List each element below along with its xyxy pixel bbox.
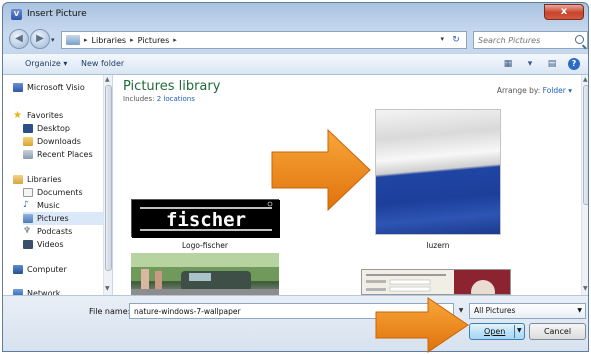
annotation-arrow-icon bbox=[271, 128, 371, 212]
podcasts-icon: ♆ bbox=[23, 226, 32, 236]
visio-icon bbox=[13, 83, 23, 92]
address-dropdown-icon[interactable]: ▾ bbox=[440, 35, 444, 43]
file-name-label: File name: bbox=[89, 307, 131, 316]
nav-item-label: Desktop bbox=[37, 124, 70, 133]
search-icon[interactable] bbox=[575, 35, 584, 44]
locations-link[interactable]: 2 locations bbox=[157, 95, 195, 103]
nav-item-label: Videos bbox=[37, 240, 64, 249]
navigation-pane: Microsoft Visio ★ Favorites Desktop Down… bbox=[3, 75, 113, 298]
breadcrumb-pictures[interactable]: Pictures bbox=[138, 36, 170, 45]
open-button-label: Open bbox=[484, 327, 506, 336]
library-title: Pictures library bbox=[123, 79, 221, 94]
nav-item-label: Podcasts bbox=[37, 227, 73, 236]
file-thumbnail-car-photo[interactable] bbox=[131, 253, 279, 295]
back-button[interactable]: ◀ bbox=[9, 29, 29, 49]
arrange-by-label: Arrange by: bbox=[496, 86, 541, 95]
includes-label: Includes: bbox=[123, 95, 155, 103]
nav-item-pictures[interactable]: Pictures bbox=[23, 212, 103, 225]
file-thumbnail-logo-fischer[interactable]: fischer bbox=[131, 199, 280, 238]
file-caption-luzern[interactable]: luzern bbox=[375, 241, 501, 250]
preview-pane-icon[interactable]: ▤ bbox=[546, 58, 558, 70]
filter-dropdown-icon: ▼ bbox=[577, 307, 582, 314]
organize-button[interactable]: Organize ▾ bbox=[25, 59, 67, 68]
nav-item-label: Documents bbox=[37, 188, 83, 197]
file-type-filter-value: All Pictures bbox=[474, 306, 516, 315]
new-folder-button[interactable]: New folder bbox=[81, 59, 124, 68]
close-button[interactable]: x bbox=[544, 4, 584, 20]
search-input[interactable] bbox=[478, 32, 573, 48]
nav-item-label: Recent Places bbox=[37, 150, 93, 159]
nav-item-label: Computer bbox=[27, 265, 67, 274]
libraries-icon bbox=[13, 175, 23, 184]
nav-item-label: Libraries bbox=[27, 175, 62, 184]
library-includes: Includes: 2 locations bbox=[123, 95, 195, 103]
cancel-button[interactable]: Cancel bbox=[529, 323, 586, 340]
visio-app-icon: V bbox=[11, 9, 22, 20]
nav-item-label: Pictures bbox=[37, 214, 69, 223]
address-bar[interactable]: ▸ Libraries ▸ Pictures ▸ ▾ ↻ bbox=[61, 31, 467, 49]
change-view-icon[interactable]: ▦ bbox=[502, 58, 514, 70]
star-icon: ★ bbox=[13, 110, 22, 121]
nav-item-computer[interactable]: Computer bbox=[13, 263, 113, 276]
annotation-arrow-icon bbox=[375, 297, 469, 353]
recent-pages-dropdown-icon[interactable]: ▾ bbox=[51, 36, 55, 44]
nav-item-label: Favorites bbox=[27, 111, 64, 120]
nav-item-microsoft-visio[interactable]: Microsoft Visio bbox=[13, 81, 113, 94]
window-title: Insert Picture bbox=[27, 9, 87, 19]
recent-places-icon bbox=[23, 150, 33, 159]
music-icon: ♪ bbox=[23, 200, 29, 210]
nav-item-label: Downloads bbox=[37, 137, 81, 146]
command-bar: Organize ▾ New folder ▦ ▾ ▤ ? bbox=[3, 53, 588, 75]
document-screenshot-image bbox=[362, 270, 510, 294]
open-button-divider bbox=[514, 325, 515, 338]
file-thumbnail-luzern[interactable] bbox=[375, 109, 501, 235]
navigation-scroll-thumb[interactable] bbox=[105, 85, 112, 271]
fischer-logo-image: fischer bbox=[132, 200, 280, 238]
breadcrumb-libraries[interactable]: Libraries bbox=[92, 36, 127, 45]
file-list-scrollbar[interactable]: ▲ ▼ bbox=[581, 75, 588, 295]
navigation-scrollbar[interactable]: ▲ ▼ bbox=[103, 75, 112, 295]
breadcrumb-separator-icon[interactable]: ▸ bbox=[173, 36, 177, 44]
nav-item-label: Microsoft Visio bbox=[27, 83, 85, 92]
view-controls: ▦ ▾ ▤ ? bbox=[502, 58, 580, 70]
file-thumbnail-document[interactable] bbox=[361, 269, 511, 295]
title-bar[interactable]: V Insert Picture x bbox=[3, 3, 588, 25]
file-name-area: File name: ▼ All Pictures ▼ Open ▼ Cance… bbox=[3, 295, 588, 351]
help-icon[interactable]: ? bbox=[568, 58, 580, 70]
downloads-icon bbox=[23, 137, 33, 146]
computer-icon bbox=[13, 265, 23, 274]
logo-lettering: fischer bbox=[166, 209, 246, 231]
refresh-icon[interactable]: ↻ bbox=[449, 33, 463, 47]
documents-icon bbox=[23, 188, 33, 197]
nav-item-libraries[interactable]: Libraries bbox=[13, 173, 113, 186]
breadcrumb-separator-icon[interactable]: ▸ bbox=[84, 36, 88, 44]
file-caption-logo-fischer[interactable]: Logo-fischer bbox=[131, 241, 279, 250]
nav-item-label: Music bbox=[37, 201, 60, 210]
file-type-filter[interactable]: All Pictures ▼ bbox=[469, 303, 586, 319]
scroll-up-icon[interactable]: ▲ bbox=[583, 76, 588, 83]
nav-item-favorites[interactable]: ★ Favorites bbox=[13, 109, 113, 122]
scroll-up-icon[interactable]: ▲ bbox=[105, 76, 110, 83]
search-box[interactable] bbox=[473, 31, 588, 49]
videos-icon bbox=[23, 240, 33, 249]
open-button[interactable]: Open ▼ bbox=[469, 323, 525, 340]
breadcrumb-separator-icon[interactable]: ▸ bbox=[130, 36, 134, 44]
open-options-dropdown-icon[interactable]: ▼ bbox=[517, 327, 522, 334]
car-photo-image bbox=[131, 253, 279, 295]
libraries-folder-icon bbox=[66, 35, 80, 45]
pictures-icon bbox=[23, 214, 33, 223]
forward-arrow-icon: ▶ bbox=[36, 33, 44, 44]
forward-button[interactable]: ▶ bbox=[30, 29, 50, 49]
scroll-down-icon[interactable]: ▼ bbox=[105, 285, 110, 292]
scroll-down-icon[interactable]: ▼ bbox=[583, 285, 588, 292]
arrange-by: Arrange by: Folder ▾ bbox=[497, 86, 572, 95]
desktop-icon bbox=[23, 124, 33, 133]
file-list-scroll-thumb[interactable] bbox=[583, 85, 588, 205]
address-row: ◀ ▶ ▾ ▸ Libraries ▸ Pictures ▸ ▾ ↻ bbox=[3, 27, 588, 53]
arrange-by-dropdown[interactable]: Folder ▾ bbox=[543, 86, 572, 95]
view-dropdown-icon[interactable]: ▾ bbox=[524, 58, 536, 70]
back-arrow-icon: ◀ bbox=[15, 33, 23, 44]
